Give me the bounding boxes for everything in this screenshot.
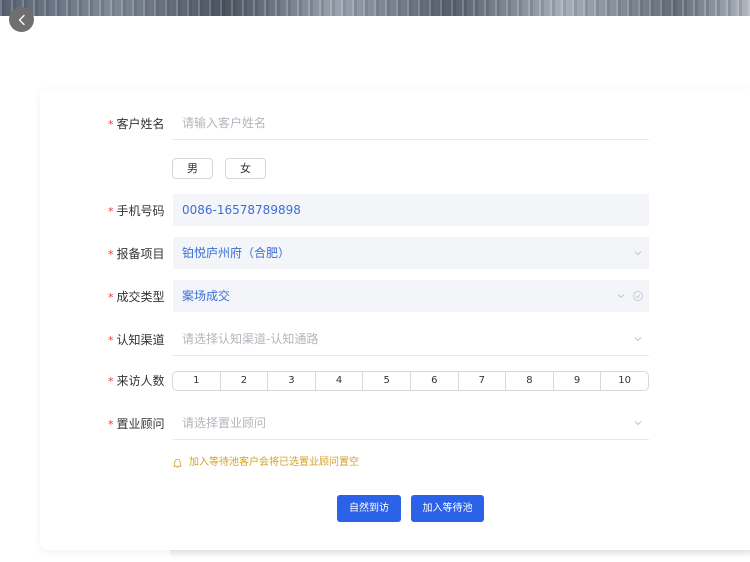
deal-type-row: * 成交类型 案场成交 <box>40 280 750 314</box>
visitors-option[interactable]: 4 <box>316 372 364 390</box>
chevron-down-icon <box>617 292 625 300</box>
project-value: 铂悦庐州府（合肥） <box>182 246 291 260</box>
consultant-label-text: 置业顾问 <box>116 417 165 431</box>
visitors-option[interactable]: 6 <box>411 372 459 390</box>
project-row: * 报备项目 铂悦庐州府（合肥） <box>40 237 750 271</box>
customer-name-row: * 客户姓名 请输入客户姓名 <box>40 107 750 141</box>
required-mark: * <box>108 418 114 431</box>
chevron-down-icon <box>634 335 642 343</box>
phone-value: 0086-16578789898 <box>182 203 301 217</box>
gender-male-button[interactable]: 男 <box>172 158 213 179</box>
channel-label-text: 认知渠道 <box>116 333 165 347</box>
consultant-label: * 置业顾问 <box>108 407 165 441</box>
bell-icon <box>173 458 182 468</box>
channel-row: * 认知渠道 请选择认知渠道-认知通路 <box>40 323 750 357</box>
phone-label: * 手机号码 <box>108 194 165 228</box>
gender-female-button[interactable]: 女 <box>225 158 266 179</box>
visitors-option[interactable]: 9 <box>554 372 602 390</box>
channel-placeholder: 请选择认知渠道-认知通路 <box>182 332 319 346</box>
phone-field[interactable]: 0086-16578789898 <box>173 194 649 226</box>
join-waiting-pool-button[interactable]: 加入等待池 <box>411 495 484 522</box>
required-mark: * <box>108 334 114 347</box>
visitors-label-text: 来访人数 <box>116 374 165 388</box>
consultant-placeholder: 请选择置业顾问 <box>182 416 267 430</box>
consultant-row: * 置业顾问 请选择置业顾问 <box>40 407 750 441</box>
chevron-down-icon <box>634 249 642 257</box>
visitors-option[interactable]: 7 <box>459 372 507 390</box>
form-card: * 客户姓名 请输入客户姓名 * 手机号码 0086-16578789898 * 报备… <box>40 89 750 550</box>
visitors-option[interactable]: 8 <box>506 372 554 390</box>
visitors-option[interactable]: 3 <box>268 372 316 390</box>
back-button[interactable] <box>9 7 34 32</box>
channel-label: * 认知渠道 <box>108 323 165 357</box>
visitors-option[interactable]: 10 <box>601 372 648 390</box>
phone-label-text: 手机号码 <box>116 204 165 218</box>
card-shadow <box>170 550 750 558</box>
required-mark: * <box>108 248 114 261</box>
customer-name-label-text: 客户姓名 <box>116 117 165 131</box>
natural-visit-button[interactable]: 自然到访 <box>337 495 401 522</box>
deal-type-select[interactable]: 案场成交 <box>173 280 649 312</box>
consultant-select[interactable]: 请选择置业顾问 <box>173 407 649 440</box>
customer-name-label: * 客户姓名 <box>108 107 165 141</box>
waiting-pool-tip: 加入等待池客户会将已选置业顾问置空 <box>172 455 359 471</box>
required-mark: * <box>108 118 114 131</box>
deal-type-label-text: 成交类型 <box>116 290 165 304</box>
required-mark: * <box>108 205 114 218</box>
project-select[interactable]: 铂悦庐州府（合肥） <box>173 237 649 269</box>
deal-type-label: * 成交类型 <box>108 280 165 314</box>
visitors-option[interactable]: 5 <box>363 372 411 390</box>
visitors-option[interactable]: 1 <box>173 372 221 390</box>
customer-name-input[interactable]: 请输入客户姓名 <box>173 107 649 140</box>
chevron-down-icon <box>634 419 642 427</box>
check-circle-icon <box>633 291 643 301</box>
deal-type-value: 案场成交 <box>182 289 231 303</box>
required-mark: * <box>108 375 114 388</box>
visitors-label: * 来访人数 <box>108 364 165 398</box>
header-photo-banner <box>0 0 750 16</box>
visitors-option[interactable]: 2 <box>221 372 269 390</box>
channel-select[interactable]: 请选择认知渠道-认知通路 <box>173 323 649 356</box>
visitors-segmented-control: 1 2 3 4 5 6 7 8 9 10 <box>172 371 649 391</box>
tip-text: 加入等待池客户会将已选置业顾问置空 <box>189 457 359 468</box>
project-label: * 报备项目 <box>108 237 165 271</box>
project-label-text: 报备项目 <box>116 247 165 261</box>
chevron-left-icon <box>18 14 25 25</box>
required-mark: * <box>108 291 114 304</box>
phone-row: * 手机号码 0086-16578789898 <box>40 194 750 228</box>
customer-name-placeholder: 请输入客户姓名 <box>182 116 267 130</box>
